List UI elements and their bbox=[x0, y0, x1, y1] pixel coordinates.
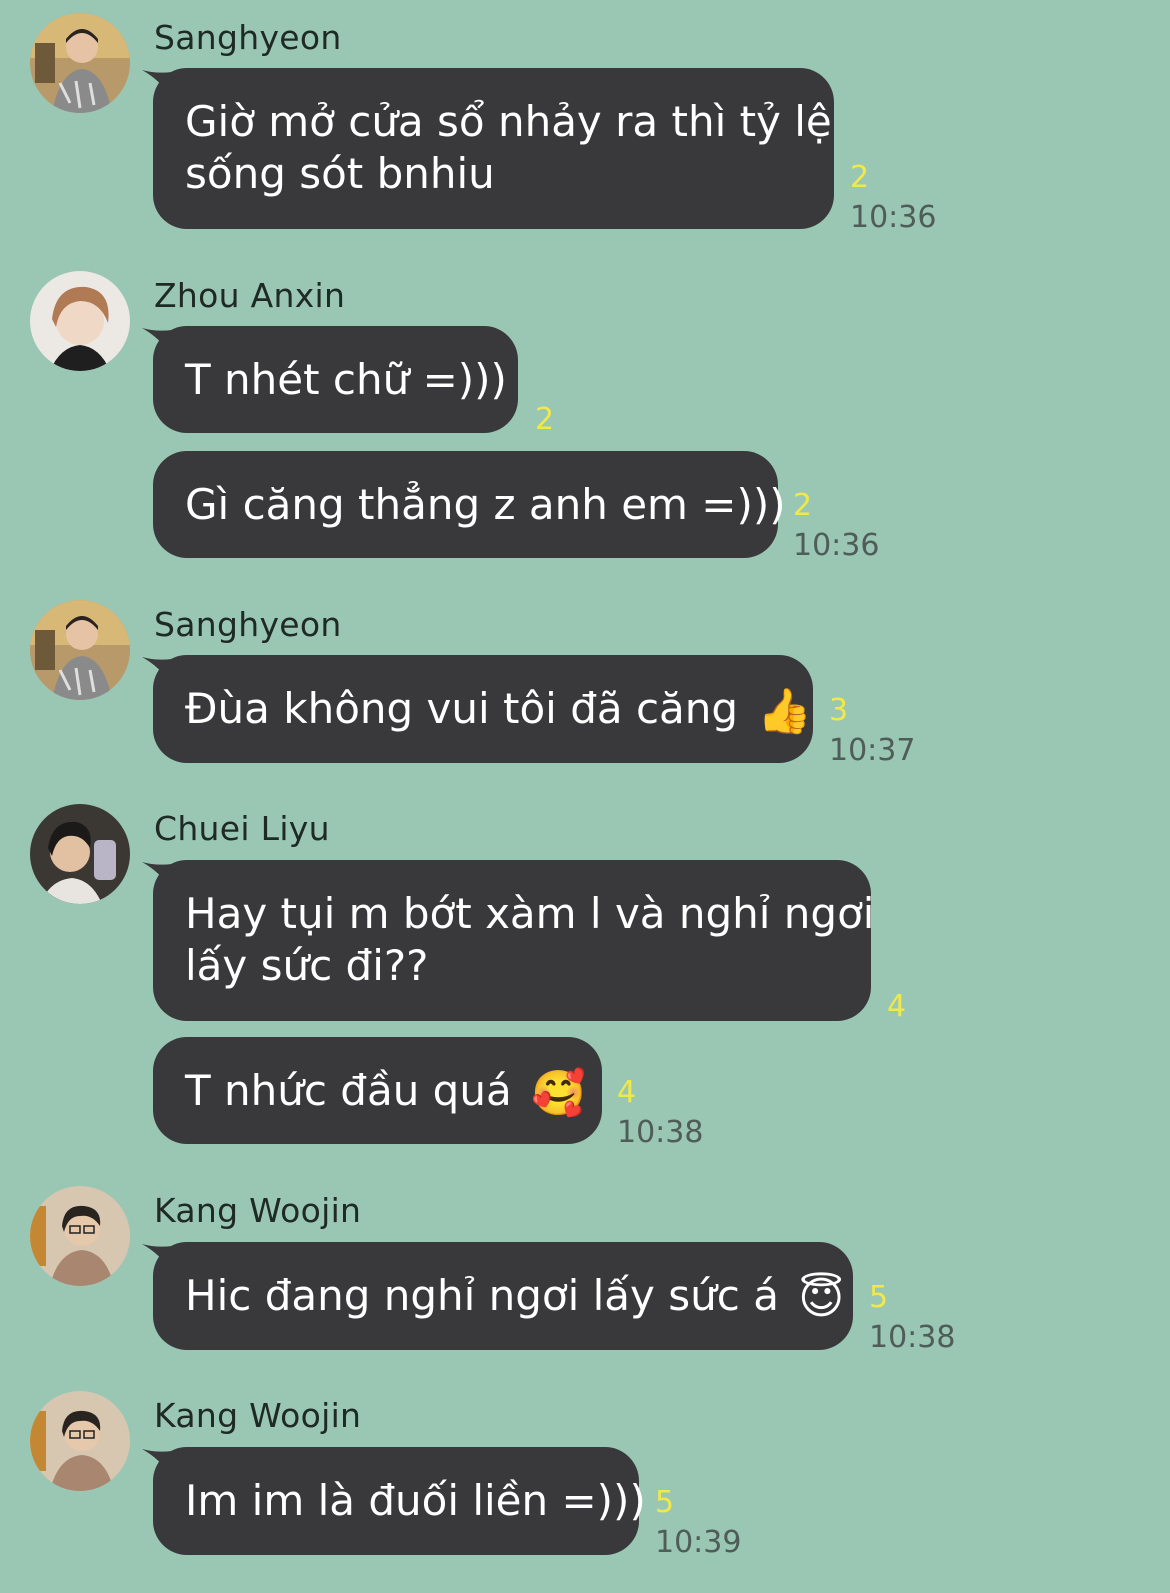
profile-photo-icon bbox=[30, 804, 130, 904]
message-bubble[interactable]: Hay tụi m bớt xàm l và nghỉ ngơi lấy sức… bbox=[153, 860, 875, 1021]
message-bubble[interactable]: T nhét chữ =))) bbox=[153, 326, 518, 433]
profile-photo-icon bbox=[30, 1186, 130, 1286]
sender-name: Sanghyeon bbox=[154, 18, 342, 57]
sender-name: Sanghyeon bbox=[154, 605, 342, 644]
read-count: 2 bbox=[850, 160, 870, 195]
timestamp: 10:36 bbox=[793, 528, 880, 563]
profile-photo-icon bbox=[30, 600, 130, 700]
read-count: 3 bbox=[829, 693, 849, 728]
sender-name: Zhou Anxin bbox=[154, 276, 346, 315]
message-text-line: Hic đang nghỉ ngơi lấy sức á 😇 bbox=[185, 1270, 844, 1325]
message-text: Gì căng thẳng z anh em =))) bbox=[185, 480, 786, 529]
read-count: 4 bbox=[887, 989, 907, 1024]
message-text-line: sống sót bnhiu bbox=[185, 149, 495, 198]
timestamp: 10:39 bbox=[655, 1525, 742, 1560]
halo-face-icon: 😇 bbox=[798, 1272, 845, 1324]
message-meta: 5 10:39 bbox=[655, 1483, 741, 1563]
message-meta: 5 10:38 bbox=[869, 1278, 955, 1358]
sender-name: Chuei Liyu bbox=[154, 809, 330, 848]
message-meta: 2 10:36 bbox=[850, 158, 936, 238]
avatar-kang-woojin[interactable] bbox=[30, 1391, 130, 1491]
message-text-line: T nhức đầu quá 🥰 bbox=[185, 1065, 586, 1120]
message-meta: 4 10:38 bbox=[617, 1073, 703, 1153]
message-bubble[interactable]: T nhức đầu quá 🥰 bbox=[153, 1037, 602, 1144]
message-bubble[interactable]: Hic đang nghỉ ngơi lấy sức á 😇 bbox=[153, 1242, 853, 1350]
message-text: T nhét chữ =))) bbox=[185, 355, 507, 404]
sender-name: Kang Woojin bbox=[154, 1396, 362, 1435]
timestamp: 10:38 bbox=[617, 1115, 704, 1150]
thumbs-up-icon: 👍 bbox=[757, 685, 813, 737]
message-meta: 3 10:37 bbox=[829, 691, 915, 771]
message-bubble[interactable]: Giờ mở cửa sổ nhảy ra thì tỷ lệ sống sót… bbox=[153, 68, 834, 229]
read-count: 2 bbox=[535, 402, 555, 437]
message-meta: 2 10:36 bbox=[793, 486, 879, 566]
message-bubble[interactable]: Gì căng thẳng z anh em =))) bbox=[153, 451, 786, 558]
message-meta: 2 bbox=[535, 400, 554, 440]
message-text: Đùa không vui tôi đã căng bbox=[185, 684, 739, 733]
smiling-face-with-hearts-icon: 🥰 bbox=[531, 1067, 586, 1119]
timestamp: 10:36 bbox=[850, 200, 937, 235]
message-bubble[interactable]: Đùa không vui tôi đã căng 👍 bbox=[153, 655, 813, 763]
message-text-line: lấy sức đi?? bbox=[185, 941, 429, 990]
message-text: Im im là đuối liền =))) bbox=[185, 1476, 646, 1525]
message-meta: 4 bbox=[887, 987, 906, 1027]
avatar-zhou-anxin[interactable] bbox=[30, 271, 130, 371]
avatar-kang-woojin[interactable] bbox=[30, 1186, 130, 1286]
timestamp: 10:38 bbox=[869, 1320, 956, 1355]
message-text-line: Đùa không vui tôi đã căng 👍 bbox=[185, 683, 812, 738]
message-text-line: Hay tụi m bớt xàm l và nghỉ ngơi bbox=[185, 889, 875, 938]
message-text-line: Giờ mở cửa sổ nhảy ra thì tỷ lệ bbox=[185, 97, 832, 146]
read-count: 4 bbox=[617, 1075, 637, 1110]
avatar-sanghyeon[interactable] bbox=[30, 13, 130, 113]
avatar-sanghyeon[interactable] bbox=[30, 600, 130, 700]
read-count: 2 bbox=[793, 488, 813, 523]
sender-name: Kang Woojin bbox=[154, 1191, 362, 1230]
timestamp: 10:37 bbox=[829, 733, 916, 768]
message-bubble[interactable]: Im im là đuối liền =))) bbox=[153, 1447, 646, 1555]
message-text: T nhức đầu quá bbox=[185, 1066, 512, 1115]
profile-photo-icon bbox=[30, 13, 130, 113]
read-count: 5 bbox=[869, 1280, 889, 1315]
read-count: 5 bbox=[655, 1485, 675, 1520]
profile-photo-icon bbox=[30, 271, 130, 371]
avatar-chuei-liyu[interactable] bbox=[30, 804, 130, 904]
profile-photo-icon bbox=[30, 1391, 130, 1491]
message-text: Hic đang nghỉ ngơi lấy sức á bbox=[185, 1271, 779, 1320]
